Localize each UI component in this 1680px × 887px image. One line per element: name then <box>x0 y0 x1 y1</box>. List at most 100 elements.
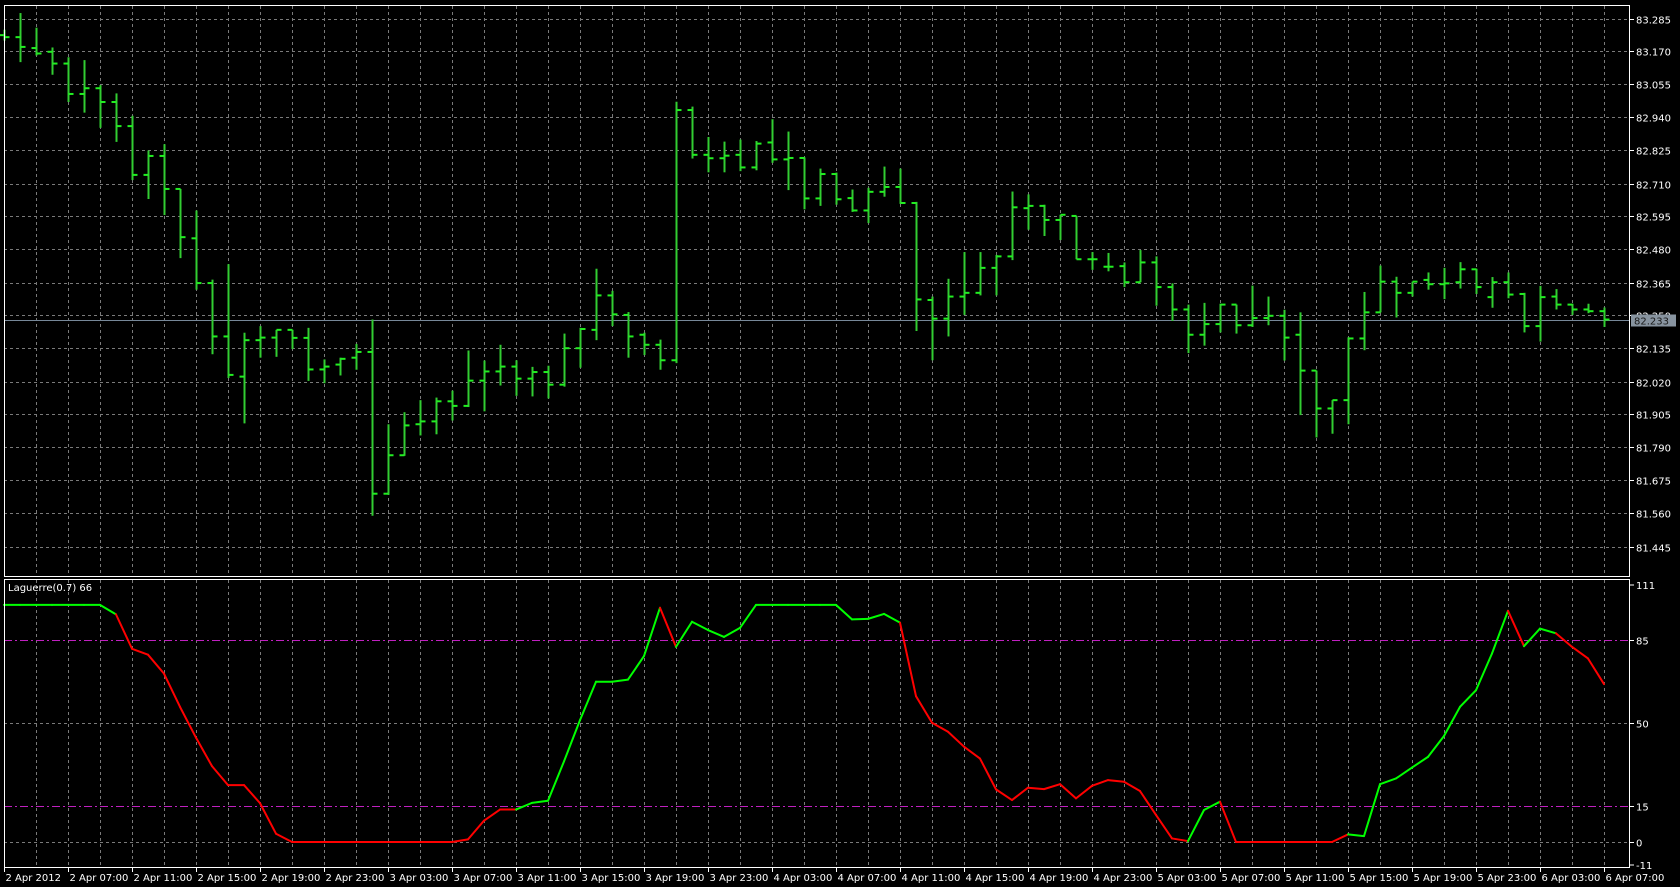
laguerre-segment <box>467 819 485 841</box>
laguerre-segment <box>579 680 597 722</box>
ohlc-bar <box>1055 213 1066 241</box>
laguerre-segment <box>1539 627 1557 635</box>
price-label: 81.560 <box>1636 510 1671 521</box>
ohlc-bar <box>1567 303 1578 315</box>
ohlc-bar <box>415 400 426 436</box>
laguerre-segment <box>1107 779 1125 783</box>
ohlc-bar <box>127 115 138 181</box>
ohlc-bar <box>575 327 586 368</box>
ohlc-bar <box>63 57 74 103</box>
ohlc-bar <box>751 141 762 171</box>
ohlc-bar <box>1487 277 1498 308</box>
ohlc-bar <box>15 13 26 63</box>
chart-window[interactable]: 83.285 83.170 83.055 82.940 82.825 82.710 82.5… <box>0 0 1680 887</box>
ohlc-bar <box>1599 307 1610 327</box>
time-label: 5 Apr 19:00 <box>1414 873 1473 884</box>
ohlc-bar <box>1135 250 1146 284</box>
laguerre-segment <box>611 678 629 683</box>
ohlc-bar <box>319 359 330 384</box>
laguerre-segment <box>1219 800 1237 843</box>
ohlc-bar <box>175 187 186 259</box>
ohlc-bar <box>1087 252 1098 270</box>
laguerre-segment <box>867 612 885 620</box>
laguerre-segment <box>1203 800 1221 811</box>
laguerre-segment <box>451 838 469 843</box>
time-label: 4 Apr 19:00 <box>1030 873 1089 884</box>
ohlc-bar <box>1455 262 1466 289</box>
laguerre-segment <box>1155 813 1173 840</box>
laguerre-segment <box>707 629 725 638</box>
time-label: 4 Apr 07:00 <box>838 873 897 884</box>
ohlc-bar <box>1471 268 1482 294</box>
time-label: 5 Apr 03:00 <box>1158 873 1217 884</box>
indicator-axis-label: 85 <box>1636 637 1649 648</box>
laguerre-segment <box>547 760 565 802</box>
price-label: 82.710 <box>1636 181 1671 192</box>
price-label: 82.365 <box>1636 280 1671 291</box>
ohlc-bar <box>1583 303 1594 314</box>
ohlc-bar <box>815 168 826 206</box>
ohlc-bar <box>335 357 346 376</box>
ohlc-bar <box>447 390 458 421</box>
price-label: 82.135 <box>1636 345 1671 356</box>
ohlc-bar <box>1535 285 1546 342</box>
ohlc-bar <box>831 172 842 205</box>
laguerre-segment <box>115 613 133 650</box>
price-label: 81.790 <box>1636 444 1671 455</box>
time-label: 2 Apr 07:00 <box>70 873 129 884</box>
laguerre-segment <box>947 730 965 748</box>
ohlc-bar <box>303 327 314 381</box>
time-label: 4 Apr 03:00 <box>774 873 833 884</box>
laguerre-segment <box>1075 784 1093 800</box>
indicator-title: Laguerre(0.7) 66 <box>8 583 92 594</box>
laguerre-segment <box>995 788 1013 802</box>
ohlc-bar <box>1103 252 1114 272</box>
ohlc-bar <box>271 328 282 357</box>
ohlc-bar <box>287 328 298 350</box>
current-price-label: 82.233 <box>1634 317 1669 328</box>
time-label: 5 Apr 07:00 <box>1222 873 1281 884</box>
time-label: 3 Apr 15:00 <box>582 873 641 884</box>
price-label: 81.675 <box>1636 477 1671 488</box>
main-panel-frame <box>4 5 1630 577</box>
ohlc-bar <box>703 137 714 173</box>
laguerre-segment <box>99 603 117 616</box>
ohlc-bar <box>735 139 746 172</box>
ohlc-bar <box>1375 265 1386 314</box>
time-label: 5 Apr 15:00 <box>1350 873 1409 884</box>
ohlc-bar <box>623 312 634 358</box>
laguerre-segment <box>1379 777 1397 786</box>
laguerre-segment <box>211 765 229 787</box>
ohlc-bar <box>479 360 490 412</box>
indicator-axis: 111 85 50 15 0 -11 <box>1630 581 1655 872</box>
ohlc-bar <box>207 279 218 355</box>
ohlc-bar <box>671 101 682 364</box>
time-label: 4 Apr 23:00 <box>1094 873 1153 884</box>
laguerre-segment <box>1139 790 1157 816</box>
ohlc-bar <box>927 296 938 361</box>
time-label: 2 Apr 15:00 <box>198 873 257 884</box>
main-grid <box>4 6 1630 576</box>
ohlc-bar <box>639 332 650 356</box>
ohlc-bar <box>191 210 202 290</box>
ohlc-bar <box>1199 302 1210 346</box>
ohlc-bar <box>1439 267 1450 300</box>
laguerre-segment <box>1363 783 1381 838</box>
laguerre-segment <box>1347 833 1365 838</box>
laguerre-segment <box>1091 779 1109 787</box>
ohlc-bar <box>1519 292 1530 333</box>
laguerre-segment <box>1475 652 1493 692</box>
laguerre-segment <box>243 784 261 805</box>
laguerre-segment <box>1491 609 1509 655</box>
price-label: 83.055 <box>1636 81 1671 92</box>
ohlc-bar <box>559 333 570 387</box>
time-label: 6 Apr 07:00 <box>1606 873 1665 884</box>
ohlc-bar <box>463 350 474 408</box>
time-label: 5 Apr 23:00 <box>1478 873 1537 884</box>
ohlc-bar <box>783 131 794 191</box>
price-label: 83.285 <box>1636 16 1671 27</box>
laguerre-segment <box>259 802 277 835</box>
laguerre-segment <box>835 603 853 621</box>
ohlc-bar <box>223 264 234 379</box>
ohlc-bar <box>1151 256 1162 306</box>
